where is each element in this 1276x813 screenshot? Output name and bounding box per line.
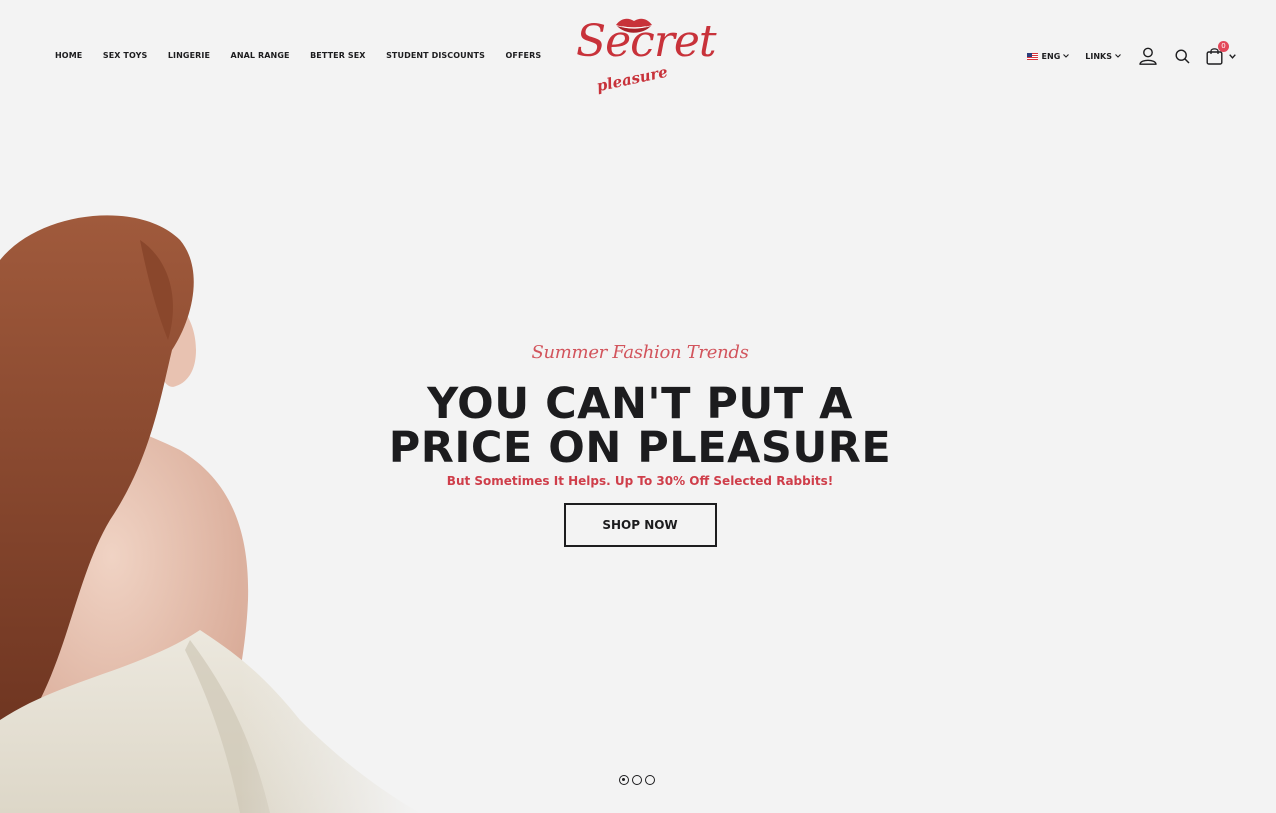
cart-count-badge: 0 (1218, 41, 1229, 52)
hero-subline: But Sometimes It Helps. Up To 30% Off Se… (446, 474, 834, 488)
nav-item-home[interactable]: HOME (55, 51, 82, 60)
slider-dot-2[interactable] (632, 775, 642, 785)
logo-primary-text: Secret (576, 16, 717, 67)
logo-secondary-text: pleasure (594, 62, 670, 96)
nav-item-anal-range[interactable]: ANAL RANGE (231, 51, 290, 60)
hero-headline: YOU CAN'T PUT A PRICE ON PLEASURE (340, 382, 940, 470)
hero-content: Summer Fashion Trends YOU CAN'T PUT A PR… (340, 338, 940, 547)
site-logo[interactable]: Secret pleasure (570, 12, 717, 102)
hero-kicker: Summer Fashion Trends (531, 342, 749, 363)
search-icon (1175, 48, 1190, 64)
us-flag-icon (1026, 52, 1038, 60)
chevron-down-icon (1115, 54, 1121, 58)
account-button[interactable] (1139, 47, 1157, 65)
chevron-down-icon (1063, 54, 1070, 58)
site-header: HOME SEX TOYS LINGERIE ANAL RANGE BETTER… (0, 0, 1276, 110)
cart-button[interactable]: 0 (1206, 41, 1236, 65)
nav-item-offers[interactable]: OFFERS (505, 51, 541, 60)
links-label: LINKS (1085, 51, 1112, 61)
shop-now-button[interactable]: SHOP NOW (563, 503, 717, 547)
slider-pagination (619, 775, 655, 785)
hero-headline-line-1: YOU CAN'T PUT A (427, 379, 853, 429)
nav-item-sex-toys[interactable]: SEX TOYS (103, 51, 148, 60)
language-label: ENG (1041, 51, 1061, 61)
slider-dot-1[interactable] (619, 775, 629, 785)
language-switcher[interactable]: ENG (1026, 51, 1070, 61)
nav-item-lingerie[interactable]: LINGERIE (168, 51, 210, 60)
search-button[interactable] (1175, 48, 1190, 64)
hero-headline-line-2: PRICE ON PLEASURE (388, 423, 892, 473)
nav-item-better-sex[interactable]: BETTER SEX (310, 51, 365, 60)
header-tools: ENG LINKS 0 (1026, 41, 1236, 68)
page: HOME SEX TOYS LINGERIE ANAL RANGE BETTER… (0, 0, 1276, 813)
links-dropdown[interactable]: LINKS (1085, 52, 1121, 61)
chevron-down-icon (1229, 53, 1236, 59)
main-nav: HOME SEX TOYS LINGERIE ANAL RANGE BETTER… (55, 51, 562, 60)
nav-item-student-discounts[interactable]: STUDENT DISCOUNTS (386, 51, 485, 60)
user-icon (1139, 47, 1157, 65)
slider-dot-3[interactable] (645, 775, 655, 785)
